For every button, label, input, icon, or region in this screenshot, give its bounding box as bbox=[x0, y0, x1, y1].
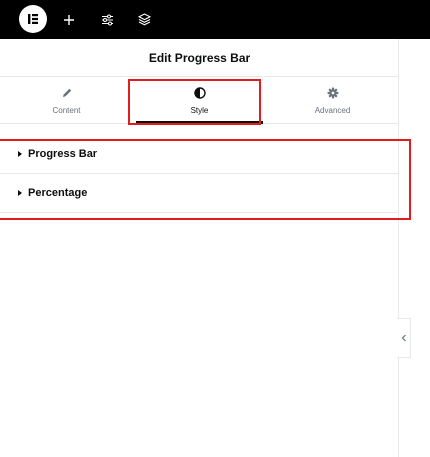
section-progress-bar-label: Progress Bar bbox=[28, 148, 98, 160]
tab-content[interactable]: Content bbox=[0, 77, 133, 123]
panel-tabs: Content Style Advanced bbox=[0, 77, 399, 124]
plus-icon[interactable] bbox=[54, 0, 84, 39]
tab-style-label: Style bbox=[190, 106, 209, 115]
chevron-left-icon bbox=[401, 329, 407, 347]
canvas-area bbox=[400, 39, 430, 457]
tab-advanced[interactable]: Advanced bbox=[266, 77, 399, 123]
section-progress-bar[interactable]: Progress Bar bbox=[0, 135, 399, 174]
section-percentage[interactable]: Percentage bbox=[0, 174, 399, 213]
sliders-icon[interactable] bbox=[92, 0, 122, 39]
panel-title: Edit Progress Bar bbox=[148, 50, 251, 65]
top-toolbar bbox=[0, 0, 430, 39]
section-percentage-label: Percentage bbox=[28, 187, 88, 199]
tab-advanced-label: Advanced bbox=[314, 106, 351, 115]
caret-right-icon bbox=[18, 190, 22, 196]
style-sections: Progress Bar Percentage bbox=[0, 135, 399, 213]
collapse-panel-button[interactable] bbox=[397, 318, 411, 358]
gear-icon bbox=[327, 85, 339, 101]
tab-content-label: Content bbox=[52, 106, 81, 115]
elementor-logo-icon[interactable] bbox=[19, 5, 47, 33]
panel-header: Edit Progress Bar bbox=[0, 39, 399, 77]
layers-icon[interactable] bbox=[129, 0, 159, 39]
pencil-icon bbox=[61, 85, 73, 101]
tab-style[interactable]: Style bbox=[133, 77, 266, 124]
half-circle-icon bbox=[193, 85, 206, 101]
editor-panel: Edit Progress Bar Content Style Advanced… bbox=[0, 39, 399, 457]
caret-right-icon bbox=[18, 151, 22, 157]
